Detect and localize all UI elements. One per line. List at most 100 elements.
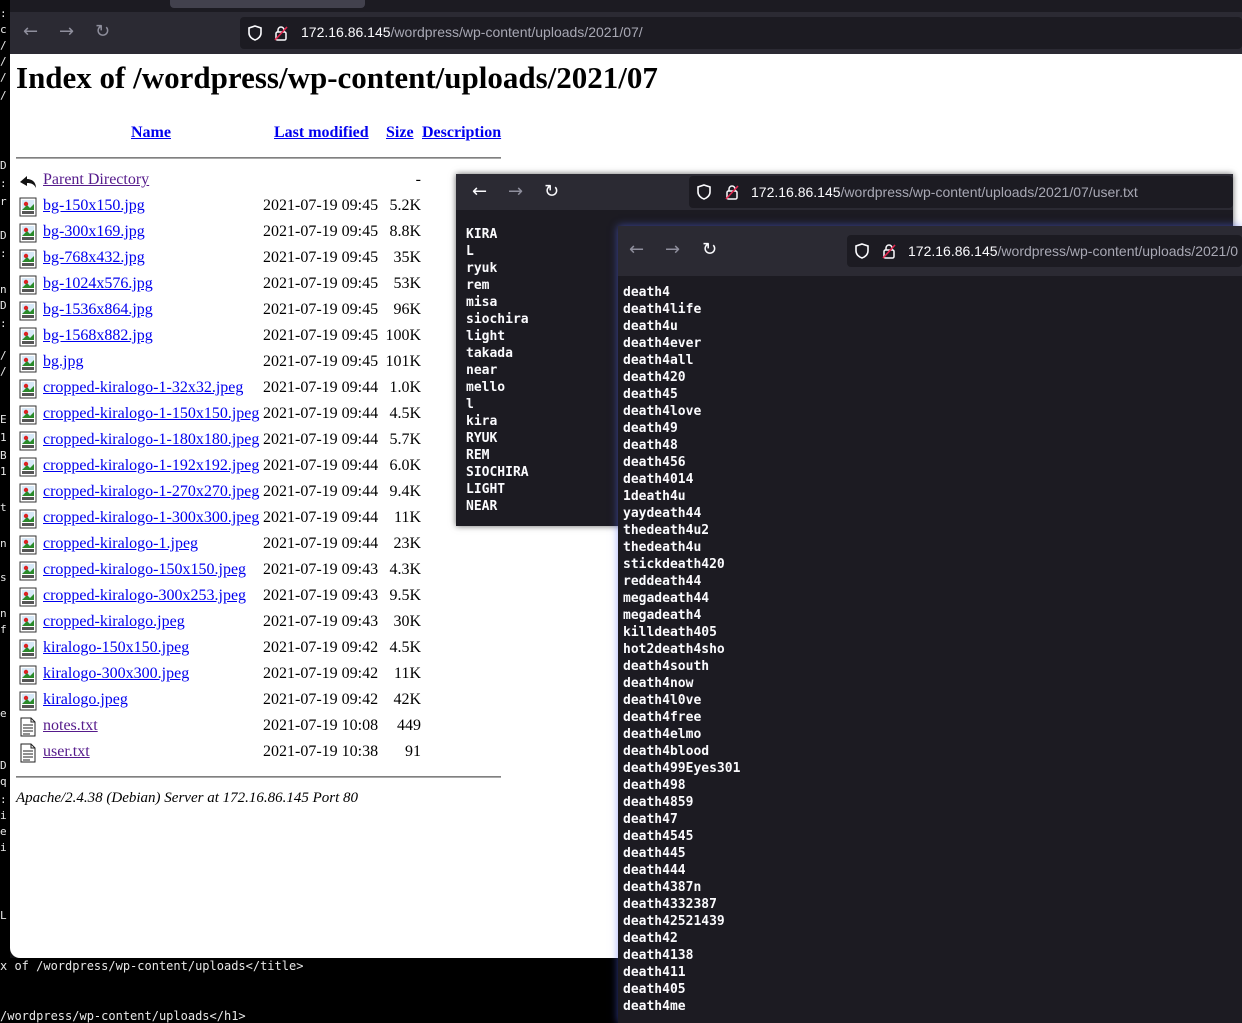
forward-arrow-icon[interactable]: → <box>59 22 74 42</box>
insecure-lock-icon[interactable] <box>725 184 739 200</box>
text-line: ryuk <box>466 261 498 276</box>
file-link[interactable]: cropped-kiralogo-1-192x192.jpeg <box>43 457 259 475</box>
text-line: hot2death4sho <box>623 642 725 657</box>
text-line: death4blood <box>623 744 710 759</box>
file-row: kiralogo.jpeg 2021-07-19 09:42 42K <box>18 690 438 716</box>
tracking-shield-icon[interactable] <box>697 184 711 200</box>
url-bar[interactable]: 172.16.86.145/wordpress/wp-content/uploa… <box>240 17 1242 49</box>
back-arrow-icon[interactable]: ← <box>629 240 644 260</box>
file-link[interactable]: user.txt <box>43 743 90 761</box>
text-line: death498 <box>623 778 686 793</box>
file-row: cropped-kiralogo-1-180x180.jpeg 2021-07-1… <box>18 430 438 456</box>
text-line: megadeath4 <box>623 608 702 623</box>
file-link[interactable]: bg.jpg <box>43 353 83 371</box>
file-link[interactable]: notes.txt <box>43 717 98 735</box>
file-modified: 2021-07-19 09:45 <box>263 353 379 370</box>
text-line: siochira <box>466 312 529 327</box>
image-icon <box>18 691 38 711</box>
file-link[interactable]: cropped-kiralogo-150x150.jpeg <box>43 561 246 579</box>
file-row: cropped-kiralogo-1-192x192.jpeg 2021-07-1… <box>18 456 438 482</box>
text-line: death4387n <box>623 880 702 895</box>
file-row: bg-300x169.jpg 2021-07-19 09:45 8.8K <box>18 222 438 248</box>
file-link[interactable]: cropped-kiralogo-1.jpeg <box>43 535 198 553</box>
tracking-shield-icon[interactable] <box>248 25 262 41</box>
file-row: cropped-kiralogo-150x150.jpeg 2021-07-19 … <box>18 560 438 586</box>
browser-tab[interactable] <box>170 0 365 8</box>
reload-icon[interactable]: ↻ <box>544 182 559 202</box>
column-header-last-modified[interactable]: Last modified <box>274 124 369 142</box>
image-icon <box>18 379 38 399</box>
file-link[interactable]: bg-768x432.jpg <box>43 249 145 267</box>
file-size: 101K <box>385 353 421 370</box>
terminal-line: x of /wordpress/wp-content/uploads</titl… <box>0 959 304 973</box>
file-row: bg.jpg 2021-07-19 09:45 101K <box>18 352 438 378</box>
plain-text-content: death4 death4life death4u death4ever death4a… <box>618 276 1242 1023</box>
file-link[interactable]: cropped-kiralogo-1-32x32.jpeg <box>43 379 243 397</box>
file-modified: 2021-07-19 09:45 <box>263 223 379 240</box>
text-line: rem <box>466 278 490 293</box>
text-line: death420 <box>623 370 686 385</box>
file-size: 449 <box>397 717 421 734</box>
column-header-size[interactable]: Size <box>386 124 414 142</box>
file-link[interactable]: kiralogo-150x150.jpeg <box>43 639 189 657</box>
file-size: 9.4K <box>389 483 421 500</box>
forward-arrow-icon[interactable]: → <box>508 182 523 202</box>
file-link[interactable]: bg-1024x576.jpg <box>43 275 153 293</box>
forward-arrow-icon[interactable]: → <box>665 240 680 260</box>
file-link[interactable]: cropped-kiralogo-1-300x300.jpeg <box>43 509 259 527</box>
image-icon <box>18 301 38 321</box>
column-header-name[interactable]: Name <box>131 124 171 142</box>
column-header-description[interactable]: Description <box>422 124 501 142</box>
url-bar[interactable]: 172.16.86.145/wordpress/wp-content/uploa… <box>847 235 1242 267</box>
text-line: SIOCHIRA <box>466 465 529 480</box>
file-modified: 2021-07-19 10:08 <box>263 717 379 734</box>
file-link[interactable]: bg-1536x864.jpg <box>43 301 153 319</box>
text-line: RYUK <box>466 431 498 446</box>
file-link[interactable]: cropped-kiralogo-300x253.jpeg <box>43 587 246 605</box>
tab-strip <box>10 0 1242 12</box>
url-text: 172.16.86.145/wordpress/wp-content/uploa… <box>751 184 1138 200</box>
file-link[interactable]: cropped-kiralogo-1-180x180.jpeg <box>43 431 259 449</box>
file-modified: 2021-07-19 09:44 <box>263 509 379 526</box>
back-arrow-icon[interactable]: ← <box>472 182 487 202</box>
server-signature: Apache/2.4.38 (Debian) Server at 172.16.… <box>16 790 359 806</box>
image-icon <box>18 483 38 503</box>
image-icon <box>18 535 38 555</box>
file-link[interactable]: cropped-kiralogo-1-270x270.jpeg <box>43 483 259 501</box>
text-line: killdeath405 <box>623 625 717 640</box>
file-row: cropped-kiralogo-1-270x270.jpeg 2021-07-1… <box>18 482 438 508</box>
text-line: death4332387 <box>623 897 717 912</box>
file-modified: 2021-07-19 09:45 <box>263 327 379 344</box>
parent-directory-link[interactable]: Parent Directory <box>43 171 149 189</box>
text-line: death42521439 <box>623 914 725 929</box>
file-link[interactable]: cropped-kiralogo-1-150x150.jpeg <box>43 405 259 423</box>
text-line: thedeath4u2 <box>623 523 710 538</box>
file-row: cropped-kiralogo-300x253.jpeg 2021-07-19 … <box>18 586 438 612</box>
file-link[interactable]: kiralogo.jpeg <box>43 691 128 709</box>
url-text: 172.16.86.145/wordpress/wp-content/uploa… <box>908 243 1239 259</box>
file-modified: 2021-07-19 09:44 <box>263 379 379 396</box>
file-link[interactable]: kiralogo-300x300.jpeg <box>43 665 189 683</box>
file-link[interactable]: bg-300x169.jpg <box>43 223 145 241</box>
tracking-shield-icon[interactable] <box>855 243 869 259</box>
url-text: 172.16.86.145/wordpress/wp-content/uploa… <box>301 24 643 40</box>
url-bar[interactable]: 172.16.86.145/wordpress/wp-content/uploa… <box>689 176 1233 208</box>
text-line: death4u <box>623 319 678 334</box>
file-row: user.txt 2021-07-19 10:38 91 <box>18 742 438 768</box>
file-modified: 2021-07-19 09:43 <box>263 561 379 578</box>
insecure-lock-icon[interactable] <box>882 243 896 259</box>
text-line: death444 <box>623 863 686 878</box>
reload-icon[interactable]: ↻ <box>702 240 717 260</box>
text-line: l <box>466 397 474 412</box>
text-file-icon <box>18 743 38 763</box>
file-link[interactable]: bg-1568x882.jpg <box>43 327 153 345</box>
file-size: 100K <box>385 327 421 344</box>
reload-icon[interactable]: ↻ <box>95 22 110 42</box>
file-link[interactable]: cropped-kiralogo.jpeg <box>43 613 185 631</box>
back-arrow-icon[interactable]: ← <box>23 22 38 42</box>
file-link[interactable]: bg-150x150.jpg <box>43 197 145 215</box>
text-line: death49 <box>623 421 678 436</box>
text-line: takada <box>466 346 513 361</box>
insecure-lock-icon[interactable] <box>274 25 288 41</box>
file-size: 23K <box>393 535 421 552</box>
